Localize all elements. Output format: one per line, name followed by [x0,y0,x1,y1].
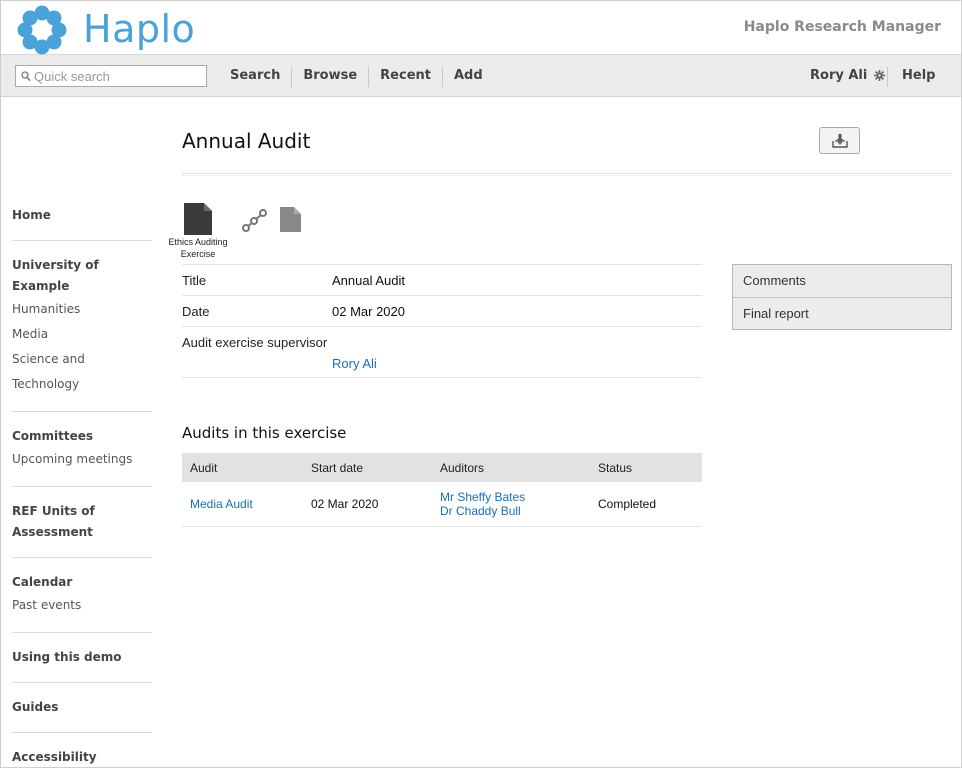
sidebar-section-calendar: Calendar Past events [12,572,152,633]
page-title: Annual Audit [182,129,311,153]
sidebar-section-committees: Committees Upcoming meetings [12,426,152,487]
sidebar-section-guides: Guides [12,697,152,733]
workflow-icon[interactable] [242,208,268,232]
nav-browse[interactable]: Browse [292,67,370,87]
audits-table: Audit Start date Auditors Status Media A… [182,453,702,527]
supervisor-link[interactable]: Rory Ali [332,356,702,371]
search-icon [21,71,31,82]
sidebar-section-ref: REF Units of Assessment [12,501,152,558]
help-link[interactable]: Help [902,68,935,83]
column-header-start-date: Start date [303,453,432,482]
file-icon[interactable] [280,207,301,232]
sidebar-item-past-events[interactable]: Past events [12,593,152,618]
sidebar-item-home[interactable]: Home [12,205,152,226]
user-name: Rory Ali [810,68,868,83]
auditor-link[interactable]: Mr Sheffy Bates [440,490,590,504]
nav-recent[interactable]: Recent [369,67,443,87]
brand-name[interactable]: Haplo [83,7,195,51]
final-report-button[interactable]: Final report [733,297,951,329]
audits-section-title: Audits in this exercise [182,424,347,442]
table-row: Media Audit 02 Mar 2020 Mr Sheffy Bates … [182,482,702,527]
auditors-cell: Mr Sheffy Bates Dr Chaddy Bull [432,482,590,527]
title-divider [182,173,952,176]
gear-icon [874,70,886,81]
haplo-logo-icon[interactable] [17,5,67,55]
sidebar-section-university: University of Example Humanities Media S… [12,255,152,412]
comments-button[interactable]: Comments [733,265,951,297]
sidebar-item-university[interactable]: University of Example [12,255,152,297]
attr-label-date: Date [182,304,210,319]
audit-link[interactable]: Media Audit [190,497,253,511]
sidebar-section-demo: Using this demo [12,647,152,683]
side-panel: Comments Final report [732,264,952,330]
sidebar-item-media[interactable]: Media [12,322,152,347]
attr-value-date: 02 Mar 2020 [332,304,405,319]
column-header-audit: Audit [182,453,303,482]
attribute-table: Title Annual Audit Date 02 Mar 2020 Audi… [182,264,702,378]
start-date-cell: 02 Mar 2020 [303,482,432,527]
sidebar-item-committees[interactable]: Committees [12,426,152,447]
nav-add[interactable]: Add [443,67,494,87]
main-nav: Search Browse Recent Add [219,67,494,87]
product-name: Haplo Research Manager [743,19,941,35]
attr-row-title: Title Annual Audit [182,264,702,295]
sidebar-item-accessibility[interactable]: Accessibility [12,747,152,768]
sidebar-item-guides[interactable]: Guides [12,697,152,718]
sidebar-item-calendar[interactable]: Calendar [12,572,152,593]
attr-row-supervisor: Audit exercise supervisor Rory Ali [182,326,702,378]
search-placeholder: Quick search [34,69,110,84]
nav-search[interactable]: Search [219,67,293,87]
document-icon [184,203,212,235]
export-button[interactable] [819,127,860,154]
attr-label-supervisor: Audit exercise supervisor [182,335,328,350]
user-menu[interactable]: Rory Ali [810,68,886,83]
toolbar: Quick search Search Browse Recent Add Ro… [1,55,961,97]
attr-value-title: Annual Audit [332,273,406,288]
sidebar: Home University of Example Humanities Me… [12,205,152,768]
sidebar-item-humanities[interactable]: Humanities [12,297,152,322]
sidebar-item-ref-units[interactable]: REF Units of Assessment [12,501,152,543]
attr-row-date: Date 02 Mar 2020 [182,295,702,326]
quick-search-input[interactable]: Quick search [15,65,207,87]
download-icon [831,133,848,148]
auditor-link[interactable]: Dr Chaddy Bull [440,504,590,518]
object-type-label: Ethics Auditing Exercise [168,237,228,259]
column-header-auditors: Auditors [432,453,590,482]
table-header-row: Audit Start date Auditors Status [182,453,702,482]
sidebar-item-using-demo[interactable]: Using this demo [12,647,152,668]
column-header-status: Status [590,453,702,482]
status-cell: Completed [590,482,702,527]
audit-cell: Media Audit [182,482,303,527]
sidebar-item-science[interactable]: Science and Technology [12,347,152,397]
sidebar-item-upcoming-meetings[interactable]: Upcoming meetings [12,447,152,472]
sidebar-section-home: Home [12,205,152,241]
toolbar-divider [887,67,888,87]
attr-label-title: Title [182,273,207,288]
object-type-icons: Ethics Auditing Exercise [166,203,316,263]
app-header: Haplo Haplo Research Manager [1,1,961,55]
sidebar-section-accessibility: Accessibility [12,747,152,768]
